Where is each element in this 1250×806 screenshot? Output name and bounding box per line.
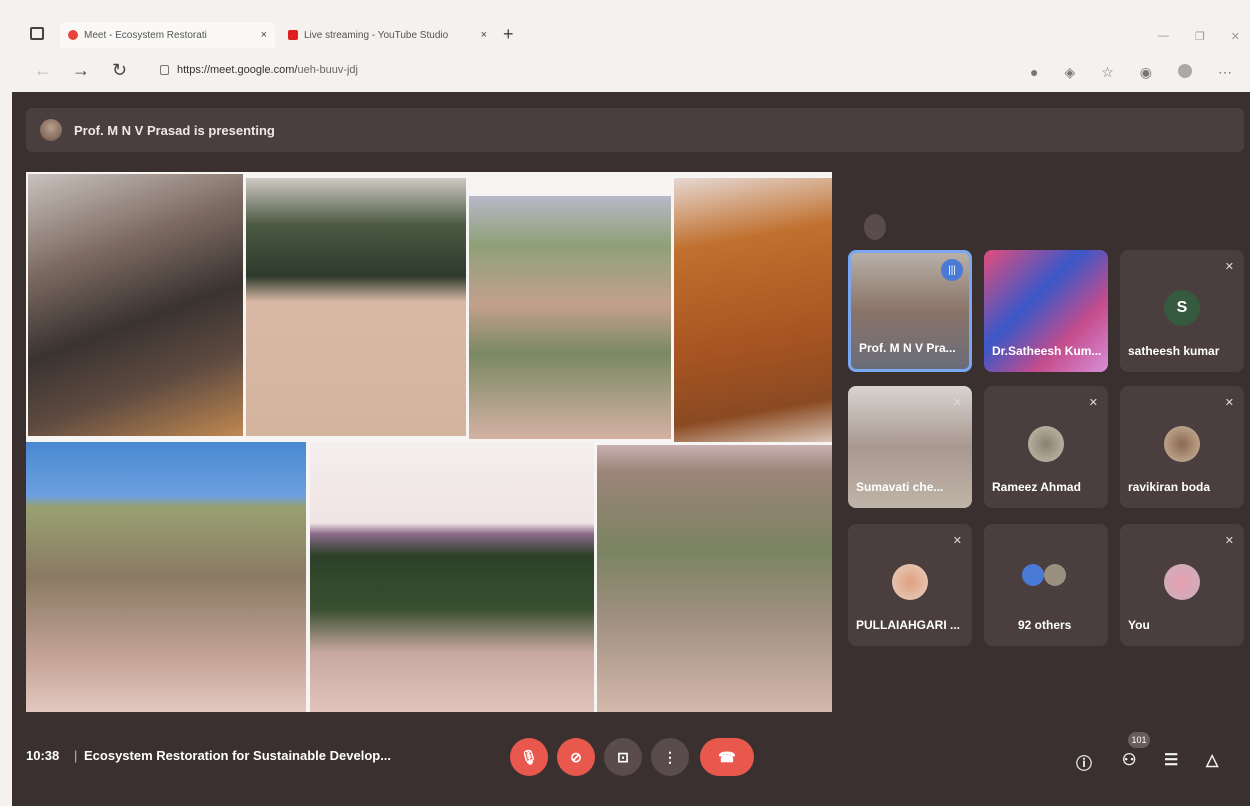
close-tab-icon[interactable]: × — [481, 29, 487, 41]
new-tab-button[interactable]: + — [503, 24, 514, 45]
participant-name: Dr.Satheesh Kum... — [992, 344, 1102, 358]
mic-toggle-button[interactable]: 🎙 — [510, 738, 548, 776]
muted-mic-icon: ✕ — [1224, 535, 1234, 547]
shared-screen — [26, 172, 832, 712]
people-icon[interactable]: ⚇ — [1122, 750, 1136, 770]
participant-name: PULLAIAHGARI ... — [856, 618, 960, 632]
favorite-icon[interactable]: ☆ — [1101, 64, 1114, 81]
participant-tile[interactable]: ✕ S satheesh kumar — [1120, 250, 1244, 372]
minimize-icon[interactable]: — — [1158, 30, 1169, 43]
browser-toolbar: ● ◈ ☆ ◉ ⋯ — [1030, 64, 1232, 81]
back-icon[interactable]: ← — [34, 60, 52, 81]
chat-icon[interactable]: ☰ — [1164, 750, 1178, 770]
slide-photo-plantation-rows — [469, 196, 671, 439]
presenting-banner: Prof. M N V Prasad is presenting — [26, 108, 1244, 152]
avatar — [1022, 564, 1044, 586]
tab-youtube-studio[interactable]: Live streaming - YouTube Studio × — [280, 22, 495, 48]
presenter-avatar — [40, 119, 62, 141]
muted-mic-icon: ✕ — [952, 535, 962, 547]
activities-icon[interactable]: △ — [1206, 750, 1218, 770]
participant-name: Prof. M N V Pra... — [859, 341, 956, 355]
tab-label: Live streaming - YouTube Studio — [304, 29, 449, 41]
refresh-icon[interactable]: ↻ — [112, 60, 127, 81]
present-button[interactable]: ⊡ — [604, 738, 642, 776]
close-window-icon[interactable]: ✕ — [1231, 30, 1240, 43]
muted-mic-icon: ✕ — [1088, 397, 1098, 409]
meeting-time: 10:38 — [26, 748, 60, 763]
participant-name: satheesh kumar — [1128, 344, 1220, 358]
close-tab-icon[interactable]: × — [261, 29, 267, 41]
info-icon[interactable]: ⓘ — [1076, 750, 1092, 774]
more-options-button[interactable]: ⋮ — [651, 738, 689, 776]
avatar — [892, 564, 928, 600]
tab-meet[interactable]: Meet - Ecosystem Restorati × — [60, 22, 275, 48]
participant-tile[interactable]: ✕ Sumavati che... — [848, 386, 972, 508]
profile-icon[interactable] — [1178, 64, 1192, 78]
participant-tile-self[interactable]: ✕ You — [1120, 524, 1244, 646]
window-controls: — ❐ ✕ — [1158, 30, 1240, 43]
participant-name: Rameez Ahmad — [992, 480, 1081, 494]
mic-icon[interactable]: ● — [1030, 64, 1038, 81]
participant-tile[interactable]: ✕ Rameez Ahmad — [984, 386, 1108, 508]
presenter-self-thumbnail — [864, 214, 886, 240]
avatar — [1164, 426, 1200, 462]
muted-mic-icon: ✕ — [1224, 397, 1234, 409]
participant-tile[interactable]: ✕ ravikiran boda — [1120, 386, 1244, 508]
participant-name: You — [1128, 618, 1150, 632]
participant-tile[interactable]: ||| Prof. M N V Pra... — [848, 250, 972, 372]
lock-icon — [160, 65, 169, 75]
slide-photo-forest-regrowth — [310, 442, 594, 712]
maximize-icon[interactable]: ❐ — [1195, 30, 1205, 43]
participant-count-badge: 101 — [1128, 732, 1150, 748]
collections-icon[interactable]: ◉ — [1140, 64, 1152, 81]
extension-icon[interactable]: ◈ — [1064, 64, 1075, 81]
address-bar: ← → ↻ https://meet.google.com/ueh-buuv-j… — [0, 54, 1250, 90]
url-host: https://meet.google.com/ — [177, 64, 298, 76]
tab-bar: Meet - Ecosystem Restorati × Live stream… — [0, 18, 1250, 50]
avatar — [1028, 426, 1064, 462]
participant-tile-others[interactable]: 92 others — [984, 524, 1108, 646]
avatar — [1044, 564, 1066, 586]
avatar: S — [1164, 290, 1200, 326]
meeting-controls-bar: 10:38 | Ecosystem Restoration for Sustai… — [12, 722, 1250, 806]
meeting-title: Ecosystem Restoration for Sustainable De… — [84, 748, 392, 763]
url-path: ueh-buuv-jdj — [297, 64, 358, 76]
muted-mic-icon: ✕ — [1224, 261, 1234, 273]
participant-tile[interactable]: ✕ PULLAIAHGARI ... — [848, 524, 972, 646]
youtube-favicon-icon — [288, 30, 298, 40]
avatar — [1164, 564, 1200, 600]
participant-name: Sumavati che... — [856, 480, 944, 494]
participant-tile[interactable]: Dr.Satheesh Kum... — [984, 250, 1108, 372]
participant-name: 92 others — [1018, 618, 1072, 632]
leave-call-button[interactable]: ☎ — [700, 738, 754, 776]
forward-icon[interactable]: → — [72, 60, 90, 81]
slide-photo-eroded-hill — [28, 174, 243, 436]
presenting-text: Prof. M N V Prasad is presenting — [74, 122, 275, 138]
meet-favicon-icon — [68, 30, 78, 40]
slide-photo-red-soil — [674, 178, 832, 442]
speaking-indicator-icon: ||| — [941, 259, 963, 281]
slide-photo-terraced-hill — [26, 442, 306, 712]
muted-mic-icon: ✕ — [952, 397, 962, 409]
participant-name: ravikiran boda — [1128, 480, 1211, 494]
tab-actions-icon[interactable] — [30, 27, 44, 40]
divider: | — [74, 748, 78, 763]
slide-photo-planted-slope — [597, 445, 832, 712]
camera-toggle-button[interactable]: ⊘ — [557, 738, 595, 776]
tab-label: Meet - Ecosystem Restorati — [84, 29, 207, 41]
more-icon[interactable]: ⋯ — [1218, 64, 1232, 81]
slide-photo-excavator-site — [246, 178, 466, 436]
browser-window: Meet - Ecosystem Restorati × Live stream… — [0, 0, 1250, 806]
url-field[interactable]: https://meet.google.com/ueh-buuv-jdj — [160, 64, 358, 76]
meet-area: Prof. M N V Prasad is presenting ||| Pro… — [12, 92, 1250, 806]
